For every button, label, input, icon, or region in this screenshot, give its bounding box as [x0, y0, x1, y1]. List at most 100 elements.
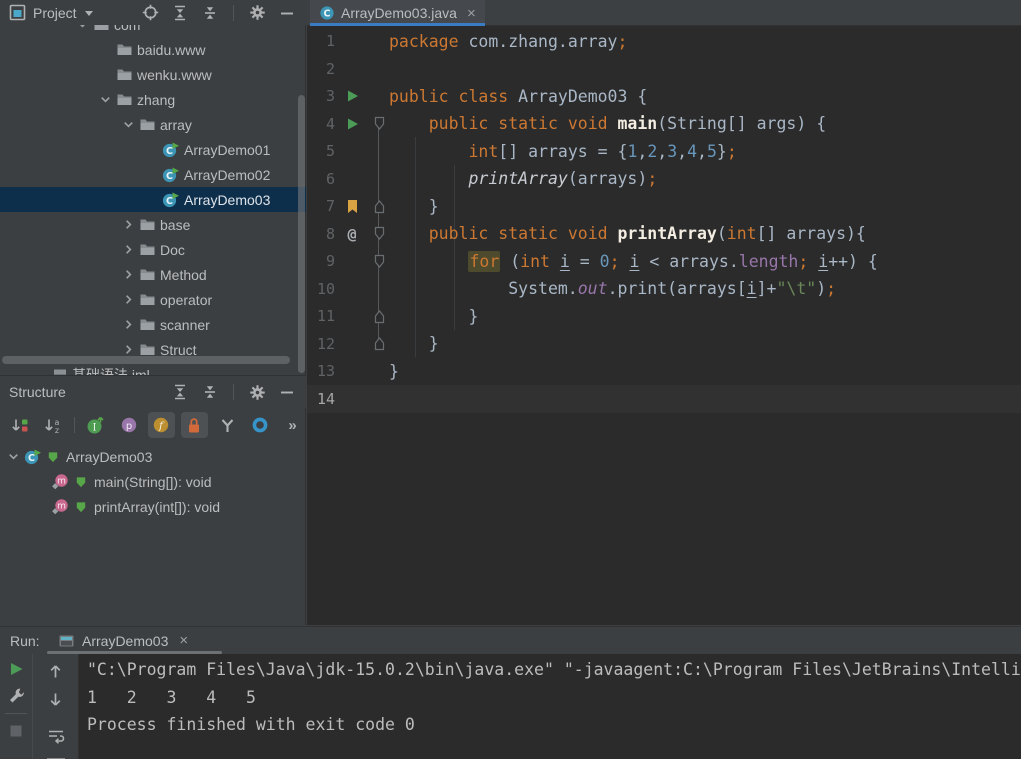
collapse-all-icon[interactable]	[201, 4, 219, 22]
chevron-down-icon[interactable]	[96, 92, 114, 107]
expand-all-icon[interactable]	[171, 383, 189, 401]
fold-end-icon[interactable]	[369, 336, 389, 351]
chevron-right-icon[interactable]	[119, 292, 137, 307]
folder-icon	[116, 42, 133, 57]
line-number: 4	[325, 114, 335, 133]
code-line-8[interactable]: 8 @ public static void printArray(int[] a…	[307, 220, 1021, 248]
project-vertical-scrollbar[interactable]	[298, 95, 305, 373]
code-area[interactable]: 1 package com.zhang.array; 2 3 public class …	[307, 26, 1021, 625]
stop-button[interactable]	[7, 722, 25, 740]
toolbar-separator	[233, 4, 234, 21]
code-text: public class ArrayDemo03 {	[389, 86, 648, 106]
chevron-down-icon[interactable]	[83, 4, 95, 22]
at-gutter-icon[interactable]: @	[335, 225, 369, 243]
code-line-13[interactable]: 13}	[307, 358, 1021, 386]
tree-item-label: base	[160, 216, 191, 233]
tree-item-zhang[interactable]: zhang	[0, 87, 306, 112]
tree-item-label: wenku.www	[137, 66, 212, 83]
editor-tab-title: ArrayDemo03.java	[341, 5, 457, 21]
svg-text:C: C	[166, 171, 173, 182]
up-button[interactable]	[47, 662, 65, 680]
more-chevrons-button[interactable]: »	[279, 412, 306, 438]
tree-item-scanner[interactable]: scanner	[0, 312, 306, 337]
tree-item-arraydemo02[interactable]: C ArrayDemo02	[0, 162, 306, 187]
soft-wrap-button[interactable]	[47, 726, 65, 744]
code-line-1[interactable]: 1 package com.zhang.array;	[307, 28, 1021, 56]
editor-tab-arraydemo03[interactable]: C ArrayDemo03.java ×	[310, 0, 485, 26]
tree-item-com[interactable]: com	[0, 25, 306, 37]
chevron-right-icon[interactable]	[119, 317, 137, 332]
tool-window-icon[interactable]	[8, 4, 26, 22]
code-line-7[interactable]: 7 }	[307, 193, 1021, 221]
run-gutter-icon[interactable]	[335, 117, 369, 131]
settings-icon[interactable]	[248, 4, 266, 22]
expand-all-icon[interactable]	[171, 4, 189, 22]
tree-item-baidu-www[interactable]: baidu.www	[0, 37, 306, 62]
fold-start-icon[interactable]	[369, 226, 389, 241]
code-line-14[interactable]: 14	[307, 385, 1021, 413]
tree-item-label: zhang	[137, 91, 176, 108]
code-line-3[interactable]: 3 public class ArrayDemo03 {	[307, 83, 1021, 111]
close-icon[interactable]: ×	[467, 6, 476, 21]
down-button[interactable]	[47, 690, 65, 708]
tree-item-doc[interactable]: Doc	[0, 237, 306, 262]
show-properties-button[interactable]: p	[115, 412, 142, 438]
fold-start-icon[interactable]	[369, 116, 389, 131]
project-horizontal-scrollbar[interactable]	[2, 356, 290, 364]
tree-item-printarray-int-void[interactable]: m printArray(int[]): void	[0, 494, 306, 519]
bookmark-gutter-icon[interactable]	[335, 199, 369, 214]
tree-item-base[interactable]: base	[0, 212, 306, 237]
code-line-2[interactable]: 2	[307, 55, 1021, 83]
collapse-all-icon[interactable]	[201, 383, 219, 401]
run-tab-arraydemo03[interactable]: ArrayDemo03 ×	[57, 627, 188, 654]
show-non-public-button[interactable]	[180, 412, 208, 438]
chevron-down-icon[interactable]	[4, 449, 22, 464]
run-console[interactable]: "C:\Program Files\Java\jdk-15.0.2\bin\ja…	[78, 654, 1021, 759]
code-line-10[interactable]: 10 System.out.print(arrays[i]+"\t");	[307, 275, 1021, 303]
edit-configuration-button[interactable]	[7, 686, 25, 704]
tree-item-method[interactable]: Method	[0, 262, 306, 287]
group-filter-button[interactable]	[214, 412, 241, 438]
show-anonymous-button[interactable]	[246, 412, 273, 438]
line-number: 7	[325, 197, 335, 216]
tree-item-label: 基础语法.iml	[72, 366, 150, 376]
tree-item-operator[interactable]: operator	[0, 287, 306, 312]
tree-item-label: main(String[]): void	[94, 473, 212, 490]
code-line-9[interactable]: 9 for (int i = 0; i < arrays.length; i++…	[307, 248, 1021, 276]
show-inherited-button[interactable]: I	[83, 412, 110, 438]
chevron-right-icon[interactable]	[119, 242, 137, 257]
chevron-right-icon[interactable]	[119, 342, 137, 357]
fold-start-icon[interactable]	[369, 254, 389, 269]
run-gutter-icon[interactable]	[335, 89, 369, 103]
tree-item-arraydemo01[interactable]: C ArrayDemo01	[0, 137, 306, 162]
hide-icon[interactable]	[278, 383, 296, 401]
chevron-right-icon[interactable]	[119, 217, 137, 232]
locate-icon[interactable]	[141, 4, 159, 22]
chevron-down-icon[interactable]	[119, 117, 137, 132]
settings-icon[interactable]	[248, 383, 266, 401]
fold-end-icon[interactable]	[369, 309, 389, 324]
hide-icon[interactable]	[278, 4, 296, 22]
svg-text:I: I	[93, 422, 97, 433]
fold-end-icon[interactable]	[369, 199, 389, 214]
code-line-11[interactable]: 11 }	[307, 303, 1021, 331]
sort-visibility-button[interactable]	[6, 412, 33, 438]
code-line-5[interactable]: 5 int[] arrays = {1,2,3,4,5};	[307, 138, 1021, 166]
tree-item-arraydemo03[interactable]: C ArrayDemo03	[0, 187, 306, 212]
tree-item-label: baidu.www	[137, 41, 206, 58]
show-fields-button[interactable]: f	[148, 412, 175, 438]
tree-item-array[interactable]: array	[0, 112, 306, 137]
code-line-12[interactable]: 12 }	[307, 330, 1021, 358]
close-icon[interactable]: ×	[179, 633, 188, 648]
chevron-down-icon[interactable]	[73, 25, 91, 32]
line-number: 12	[316, 334, 335, 353]
structure-panel-header: Structure	[0, 376, 306, 408]
code-line-6[interactable]: 6 printArray(arrays);	[307, 165, 1021, 193]
rerun-button[interactable]	[7, 660, 25, 678]
sort-alpha-button[interactable]: az	[39, 412, 66, 438]
code-line-4[interactable]: 4 public static void main(String[] args)…	[307, 110, 1021, 138]
tree-item-arraydemo03[interactable]: C ArrayDemo03	[0, 444, 306, 469]
tree-item-wenku-www[interactable]: wenku.www	[0, 62, 306, 87]
chevron-right-icon[interactable]	[119, 267, 137, 282]
tree-item-main-string-void[interactable]: m main(String[]): void	[0, 469, 306, 494]
